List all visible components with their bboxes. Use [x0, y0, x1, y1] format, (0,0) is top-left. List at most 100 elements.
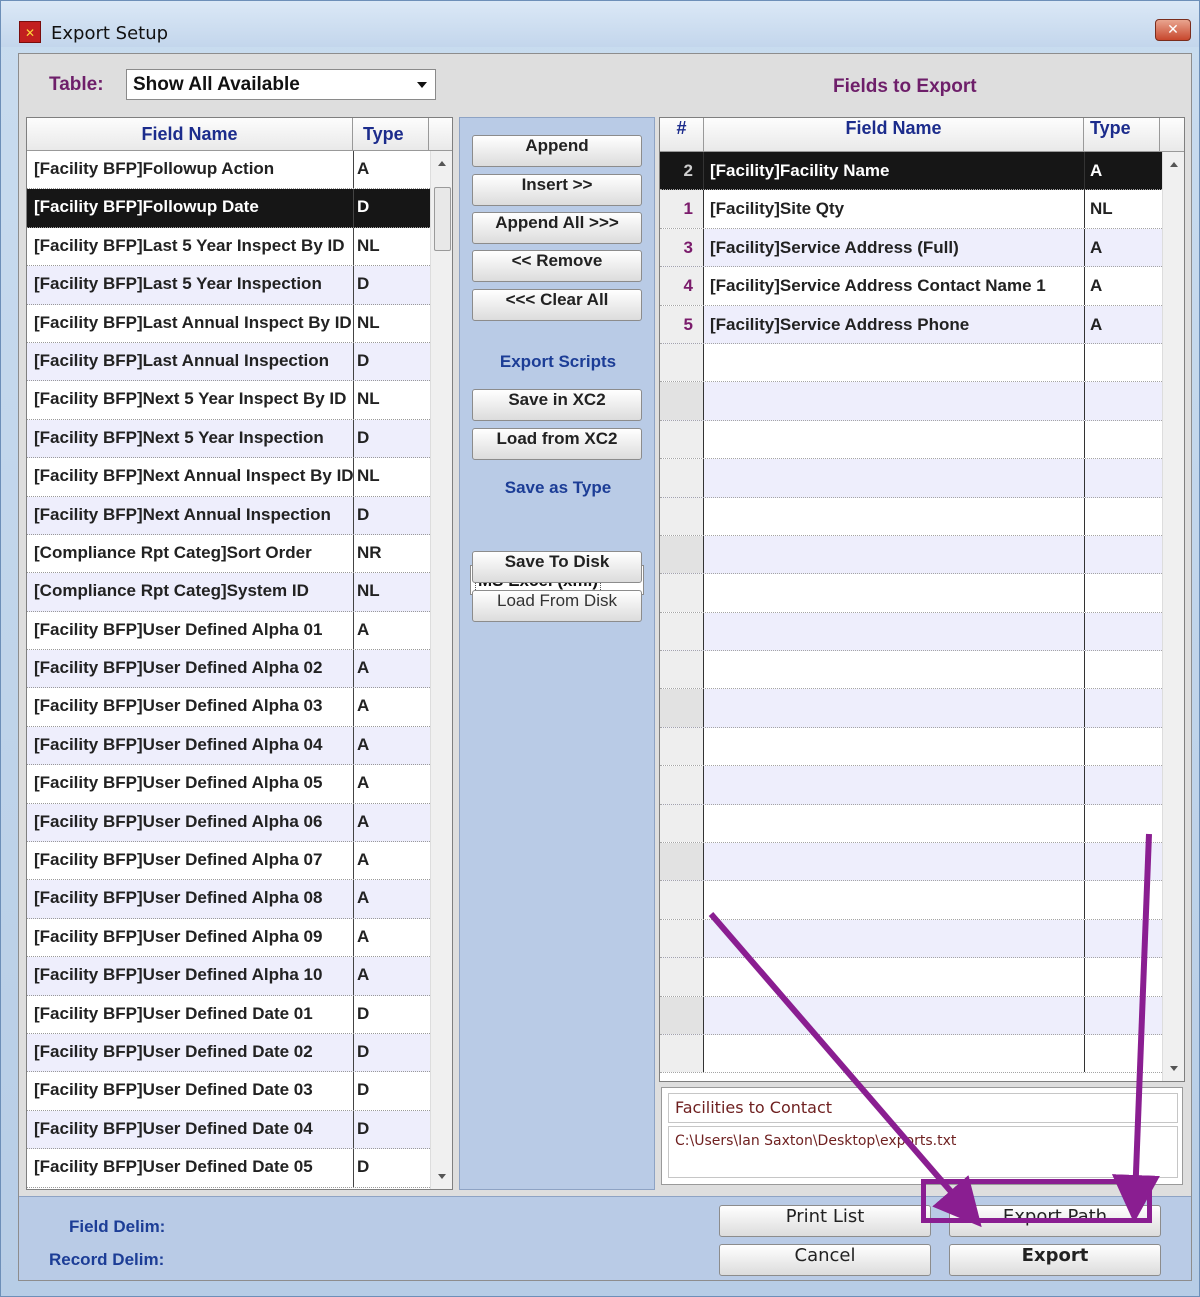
available-field-row[interactable]: [Facility BFP]User Defined Alpha 01 A	[27, 611, 430, 651]
export-field-row[interactable]: 5 [Facility]Service Address Phone A	[660, 305, 1162, 344]
available-field-row[interactable]: [Facility BFP]User Defined Alpha 07 A	[27, 842, 430, 881]
load-from-disk-button[interactable]: Load From Disk	[472, 590, 642, 622]
available-field-row[interactable]: [Facility BFP]User Defined Alpha 08 A	[27, 880, 430, 919]
available-field-row[interactable]: [Facility BFP]Next 5 Year Inspect By ID N…	[27, 381, 430, 420]
available-field-row[interactable]: [Facility BFP]Next Annual Inspect By ID N…	[27, 458, 430, 497]
export-field-row[interactable]: 4 [Facility]Service Address Contact Name …	[660, 267, 1162, 306]
scroll-down-icon[interactable]	[1170, 1066, 1178, 1071]
save-to-disk-button[interactable]: Save To Disk	[472, 551, 642, 583]
field-order-cell	[660, 689, 704, 727]
xc-app-icon: ✕	[19, 21, 41, 43]
field-name-cell: [Facility BFP]User Defined Alpha 04	[34, 734, 323, 754]
remove-button[interactable]: << Remove	[472, 250, 642, 282]
column-divider	[353, 342, 354, 381]
available-field-row[interactable]: [Facility BFP]User Defined Date 01 D	[27, 995, 430, 1034]
export-field-row[interactable]: 2 [Facility]Facility Name A	[660, 152, 1162, 191]
available-field-row[interactable]: [Facility BFP]Last 5 Year Inspect By ID N…	[27, 227, 430, 267]
available-field-row[interactable]: [Facility BFP]User Defined Alpha 09 A	[27, 918, 430, 958]
clear-all-button[interactable]: <<< Clear All	[472, 289, 642, 321]
column-divider	[353, 688, 354, 726]
export-path-field[interactable]: C:\Users\Ian Saxton\Desktop\exports.txt	[668, 1126, 1178, 1178]
field-type-cell: A	[1090, 314, 1103, 334]
export-fields-rows: 2 [Facility]Facility Name A 1 [Facility]Site…	[660, 152, 1162, 1074]
field-name-cell: [Facility BFP]User Defined Alpha 10	[34, 965, 323, 985]
append-button[interactable]: Append	[472, 135, 642, 167]
available-field-row[interactable]: [Facility BFP]User Defined Alpha 10 A	[27, 957, 430, 996]
available-field-row[interactable]: [Facility BFP]Followup Date D	[27, 189, 430, 228]
table-dropdown[interactable]: Show All Available	[126, 69, 436, 100]
field-type-cell: D	[357, 1157, 370, 1177]
print-list-button[interactable]: Print List	[719, 1205, 931, 1237]
field-order-cell	[660, 574, 704, 612]
column-divider	[353, 803, 354, 842]
field-name-cell: [Facility BFP]User Defined Date 04	[34, 1118, 313, 1138]
field-order-cell	[660, 843, 704, 881]
save-in-xc2-button[interactable]: Save in XC2	[472, 389, 642, 421]
column-header-field-name[interactable]: Field Name	[704, 118, 1084, 152]
field-type-cell: A	[1090, 161, 1103, 180]
field-name-cell: [Facility BFP]User Defined Date 02	[34, 1041, 313, 1061]
available-field-row[interactable]: [Compliance Rpt Categ]Sort Order NR	[27, 534, 430, 574]
available-field-row[interactable]: [Facility BFP]User Defined Date 05 D	[27, 1149, 430, 1188]
export-fields-scrollbar[interactable]	[1162, 152, 1184, 1081]
scroll-thumb[interactable]	[434, 187, 451, 251]
available-field-row[interactable]: [Facility BFP]Followup Action A	[27, 151, 430, 190]
empty-export-row	[660, 804, 1162, 844]
available-field-row[interactable]: [Facility BFP]User Defined Date 03 D	[27, 1072, 430, 1111]
column-divider	[353, 1110, 354, 1149]
available-field-row[interactable]: [Facility BFP]Next 5 Year Inspection D	[27, 419, 430, 459]
column-header-type[interactable]: Type	[1084, 118, 1160, 152]
column-divider	[353, 726, 354, 765]
append-all-button[interactable]: Append All >>>	[472, 212, 642, 244]
available-field-row[interactable]: [Facility BFP]User Defined Alpha 02 A	[27, 650, 430, 689]
export-fields-table[interactable]: # Field Name Type 2 [Facility]Facility Na…	[659, 117, 1185, 1082]
field-order-cell	[660, 727, 704, 766]
available-field-row[interactable]: [Facility BFP]Last 5 Year Inspection D	[27, 266, 430, 305]
cancel-button[interactable]: Cancel	[719, 1244, 931, 1276]
available-field-row[interactable]: [Facility BFP]User Defined Date 02 D	[27, 1033, 430, 1073]
field-order-cell	[660, 766, 704, 804]
export-field-row[interactable]: 1 [Facility]Site Qty NL	[660, 190, 1162, 229]
export-field-row[interactable]: 3 [Facility]Service Address (Full) A	[660, 228, 1162, 268]
empty-export-row	[660, 497, 1162, 536]
available-field-row[interactable]: [Facility BFP]User Defined Alpha 03 A	[27, 688, 430, 727]
field-type-cell: D	[357, 197, 370, 217]
empty-export-row	[660, 382, 1162, 421]
field-name-cell: [Facility BFP]User Defined Alpha 09	[34, 926, 323, 946]
available-fields-header: Field Name Type	[27, 118, 452, 151]
field-type-cell: D	[357, 427, 370, 447]
export-name-field[interactable]: Facilities to Contact	[668, 1093, 1178, 1123]
available-field-row[interactable]: [Facility BFP]Next Annual Inspection D	[27, 496, 430, 535]
available-fields-scrollbar[interactable]	[430, 151, 452, 1189]
load-from-xc2-button[interactable]: Load from XC2	[472, 428, 642, 460]
scroll-down-icon[interactable]	[438, 1174, 446, 1179]
column-header-type[interactable]: Type	[353, 118, 429, 151]
available-fields-list[interactable]: Field Name Type [Facility BFP]Followup A…	[26, 117, 453, 1190]
column-divider	[353, 381, 354, 419]
available-field-row[interactable]: [Facility BFP]Last Annual Inspect By ID N…	[27, 304, 430, 343]
close-button[interactable]: ✕	[1155, 19, 1191, 41]
field-type-cell: NL	[1090, 199, 1113, 219]
column-divider	[1084, 420, 1085, 459]
available-field-row[interactable]: [Facility BFP]User Defined Alpha 04 A	[27, 726, 430, 766]
empty-export-row	[660, 343, 1162, 383]
empty-export-row	[660, 689, 1162, 728]
available-field-row[interactable]: [Facility BFP]User Defined Alpha 06 A	[27, 803, 430, 843]
available-field-row[interactable]: [Compliance Rpt Categ]System ID NL	[27, 573, 430, 612]
column-header-number[interactable]: #	[660, 118, 704, 152]
column-header-field-name[interactable]: Field Name	[27, 118, 353, 151]
export-button[interactable]: Export	[949, 1244, 1161, 1276]
available-field-row[interactable]: [Facility BFP]Last Annual Inspection D	[27, 342, 430, 382]
column-divider	[353, 765, 354, 803]
scroll-up-icon[interactable]	[438, 161, 446, 166]
available-field-row[interactable]: [Facility BFP]User Defined Date 04 D	[27, 1110, 430, 1150]
scroll-up-icon[interactable]	[1170, 162, 1178, 167]
insert-button[interactable]: Insert >>	[472, 174, 642, 206]
field-name-cell: [Facility BFP]User Defined Alpha 01	[34, 619, 323, 639]
field-type-cell: A	[357, 965, 370, 985]
column-divider	[353, 151, 354, 189]
available-field-row[interactable]: [Facility BFP]User Defined Alpha 05 A	[27, 765, 430, 804]
field-order-cell: 5	[660, 305, 704, 343]
fields-to-export-title: Fields to Export	[833, 76, 977, 97]
record-delim-label: Record Delim:	[49, 1250, 165, 1269]
